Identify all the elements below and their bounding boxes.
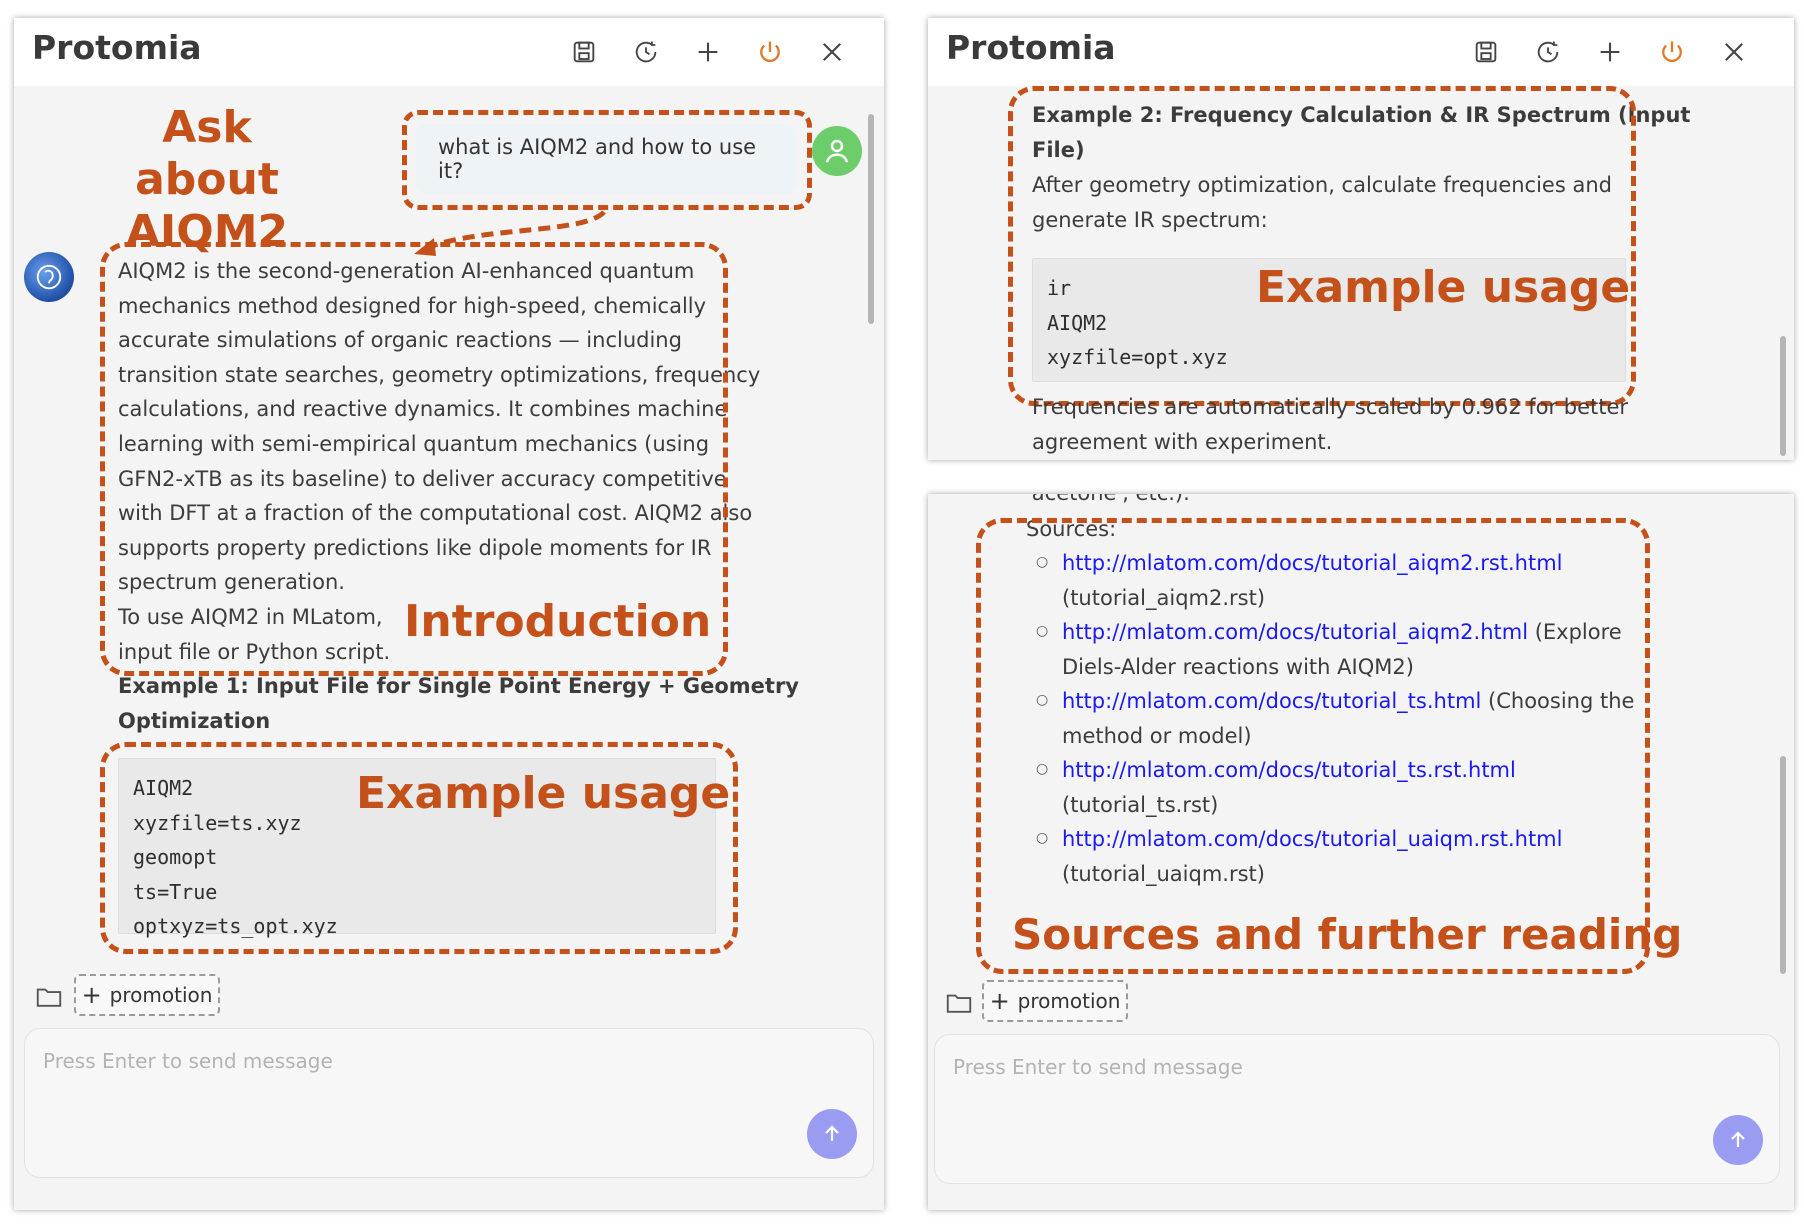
annotation-example-usage: Example usage — [1256, 262, 1631, 313]
bullet-icon: ○ — [1036, 692, 1049, 708]
annotation-introduction: Introduction — [404, 596, 712, 647]
annotation-example-usage: Example usage — [356, 768, 731, 819]
promotion-chip[interactable]: + promotion — [74, 974, 220, 1016]
new-chat-button[interactable] — [690, 34, 726, 70]
example1-title: Example 1: Input File for Single Point E… — [118, 674, 799, 733]
history-icon — [635, 41, 657, 63]
folder-icon[interactable] — [34, 982, 64, 1012]
arrow-up-icon — [825, 1125, 839, 1141]
user-avatar — [812, 126, 862, 176]
source-item: http://mlatom.com/docs/tutorial_uaiqm.rs… — [1062, 827, 1563, 886]
right-bottom-chat-window: 'acetone', etc.). Sources: ○ http://mlat… — [928, 494, 1794, 1210]
source-item: http://mlatom.com/docs/tutorial_aiqm2.ht… — [1062, 620, 1622, 679]
power-button[interactable] — [1654, 34, 1690, 70]
chat-messages: 'acetone', etc.). Sources: ○ http://mlat… — [928, 494, 1794, 978]
promotion-chip[interactable]: + promotion — [982, 980, 1128, 1022]
source-link[interactable]: http://mlatom.com/docs/tutorial_ts.html — [1062, 689, 1481, 713]
close-icon — [1725, 43, 1743, 61]
close-icon — [823, 43, 841, 61]
source-link[interactable]: http://mlatom.com/docs/tutorial_aiqm2.rs… — [1062, 551, 1563, 575]
annotation-ask: Ask about AIQM2 — [125, 102, 289, 257]
message-input-box[interactable] — [934, 1034, 1780, 1184]
power-button[interactable] — [752, 34, 788, 70]
chat-scrollbar[interactable] — [1780, 86, 1788, 460]
save-button[interactable] — [566, 34, 602, 70]
app-title: Protomia — [32, 28, 202, 67]
history-button[interactable] — [628, 34, 664, 70]
chat-messages: Example 2: Frequency Calculation & IR Sp… — [928, 86, 1794, 460]
source-item: http://mlatom.com/docs/tutorial_ts.rst.h… — [1062, 758, 1516, 817]
scrollbar-thumb[interactable] — [1780, 336, 1786, 456]
chat-scrollbar[interactable] — [1780, 494, 1788, 978]
user-message-bubble: what is AIQM2 and how to use it? — [416, 124, 796, 194]
source-link[interactable]: http://mlatom.com/docs/tutorial_ts.rst.h… — [1062, 758, 1516, 782]
scrollbar-thumb[interactable] — [1780, 756, 1786, 974]
left-chat-window: Protomia Ask about AIQM2 what is AIQM2 a… — [14, 18, 884, 1210]
plus-icon — [698, 42, 718, 62]
user-icon — [825, 139, 849, 163]
source-link[interactable]: http://mlatom.com/docs/tutorial_uaiqm.rs… — [1062, 827, 1562, 851]
sources-label: Sources: — [1026, 517, 1117, 541]
example2-description: After geometry optimization, calculate f… — [1032, 173, 1612, 232]
bullet-icon: ○ — [1036, 830, 1049, 846]
save-button[interactable] — [1468, 34, 1504, 70]
save-icon — [1475, 41, 1497, 63]
folder-icon[interactable] — [944, 988, 974, 1018]
power-icon — [760, 41, 780, 63]
save-icon — [573, 41, 595, 63]
title-bar: Protomia — [928, 18, 1794, 86]
assistant-avatar — [24, 252, 74, 302]
new-chat-button[interactable] — [1592, 34, 1628, 70]
app-title: Protomia — [946, 28, 1116, 67]
plus-icon: + — [81, 981, 102, 1009]
message-input-box[interactable] — [24, 1028, 874, 1178]
close-button[interactable] — [1716, 34, 1752, 70]
bullet-icon: ○ — [1036, 761, 1049, 777]
arrow-up-icon — [1731, 1131, 1745, 1147]
close-button[interactable] — [814, 34, 850, 70]
message-input[interactable] — [43, 1049, 793, 1089]
message-input[interactable] — [953, 1055, 1699, 1095]
right-top-chat-window: Protomia Example 2: Frequency Calculatio… — [928, 18, 1794, 460]
example2-title: Example 2: Frequency Calculation & IR Sp… — [1032, 103, 1691, 162]
truncated-line: 'acetone', etc.). — [1026, 494, 1190, 511]
scrollbar-thumb[interactable] — [868, 114, 874, 324]
bullet-icon: ○ — [1036, 623, 1049, 639]
promotion-label: promotion — [109, 983, 213, 1007]
send-button[interactable] — [1713, 1115, 1763, 1165]
chat-scrollbar[interactable] — [868, 96, 876, 976]
source-item: http://mlatom.com/docs/tutorial_ts.html … — [1062, 689, 1635, 748]
history-icon — [1537, 41, 1559, 63]
source-link[interactable]: http://mlatom.com/docs/tutorial_aiqm2.ht… — [1062, 620, 1528, 644]
plus-icon: + — [989, 987, 1010, 1015]
chat-messages: Ask about AIQM2 what is AIQM2 and how to… — [14, 86, 884, 986]
title-bar: Protomia — [14, 18, 884, 86]
source-item: http://mlatom.com/docs/tutorial_aiqm2.rs… — [1062, 551, 1563, 610]
plus-icon — [1600, 42, 1620, 62]
promotion-label: promotion — [1017, 989, 1121, 1013]
send-button[interactable] — [807, 1109, 857, 1159]
user-message-text: what is AIQM2 and how to use it? — [438, 135, 757, 183]
frequency-note: Frequencies are automatically scaled by … — [1032, 395, 1629, 454]
history-button[interactable] — [1530, 34, 1566, 70]
annotation-sources: Sources and further reading — [1012, 910, 1683, 959]
bullet-icon: ○ — [1036, 554, 1049, 570]
power-icon — [1662, 41, 1682, 63]
ai-head-icon — [36, 264, 62, 290]
